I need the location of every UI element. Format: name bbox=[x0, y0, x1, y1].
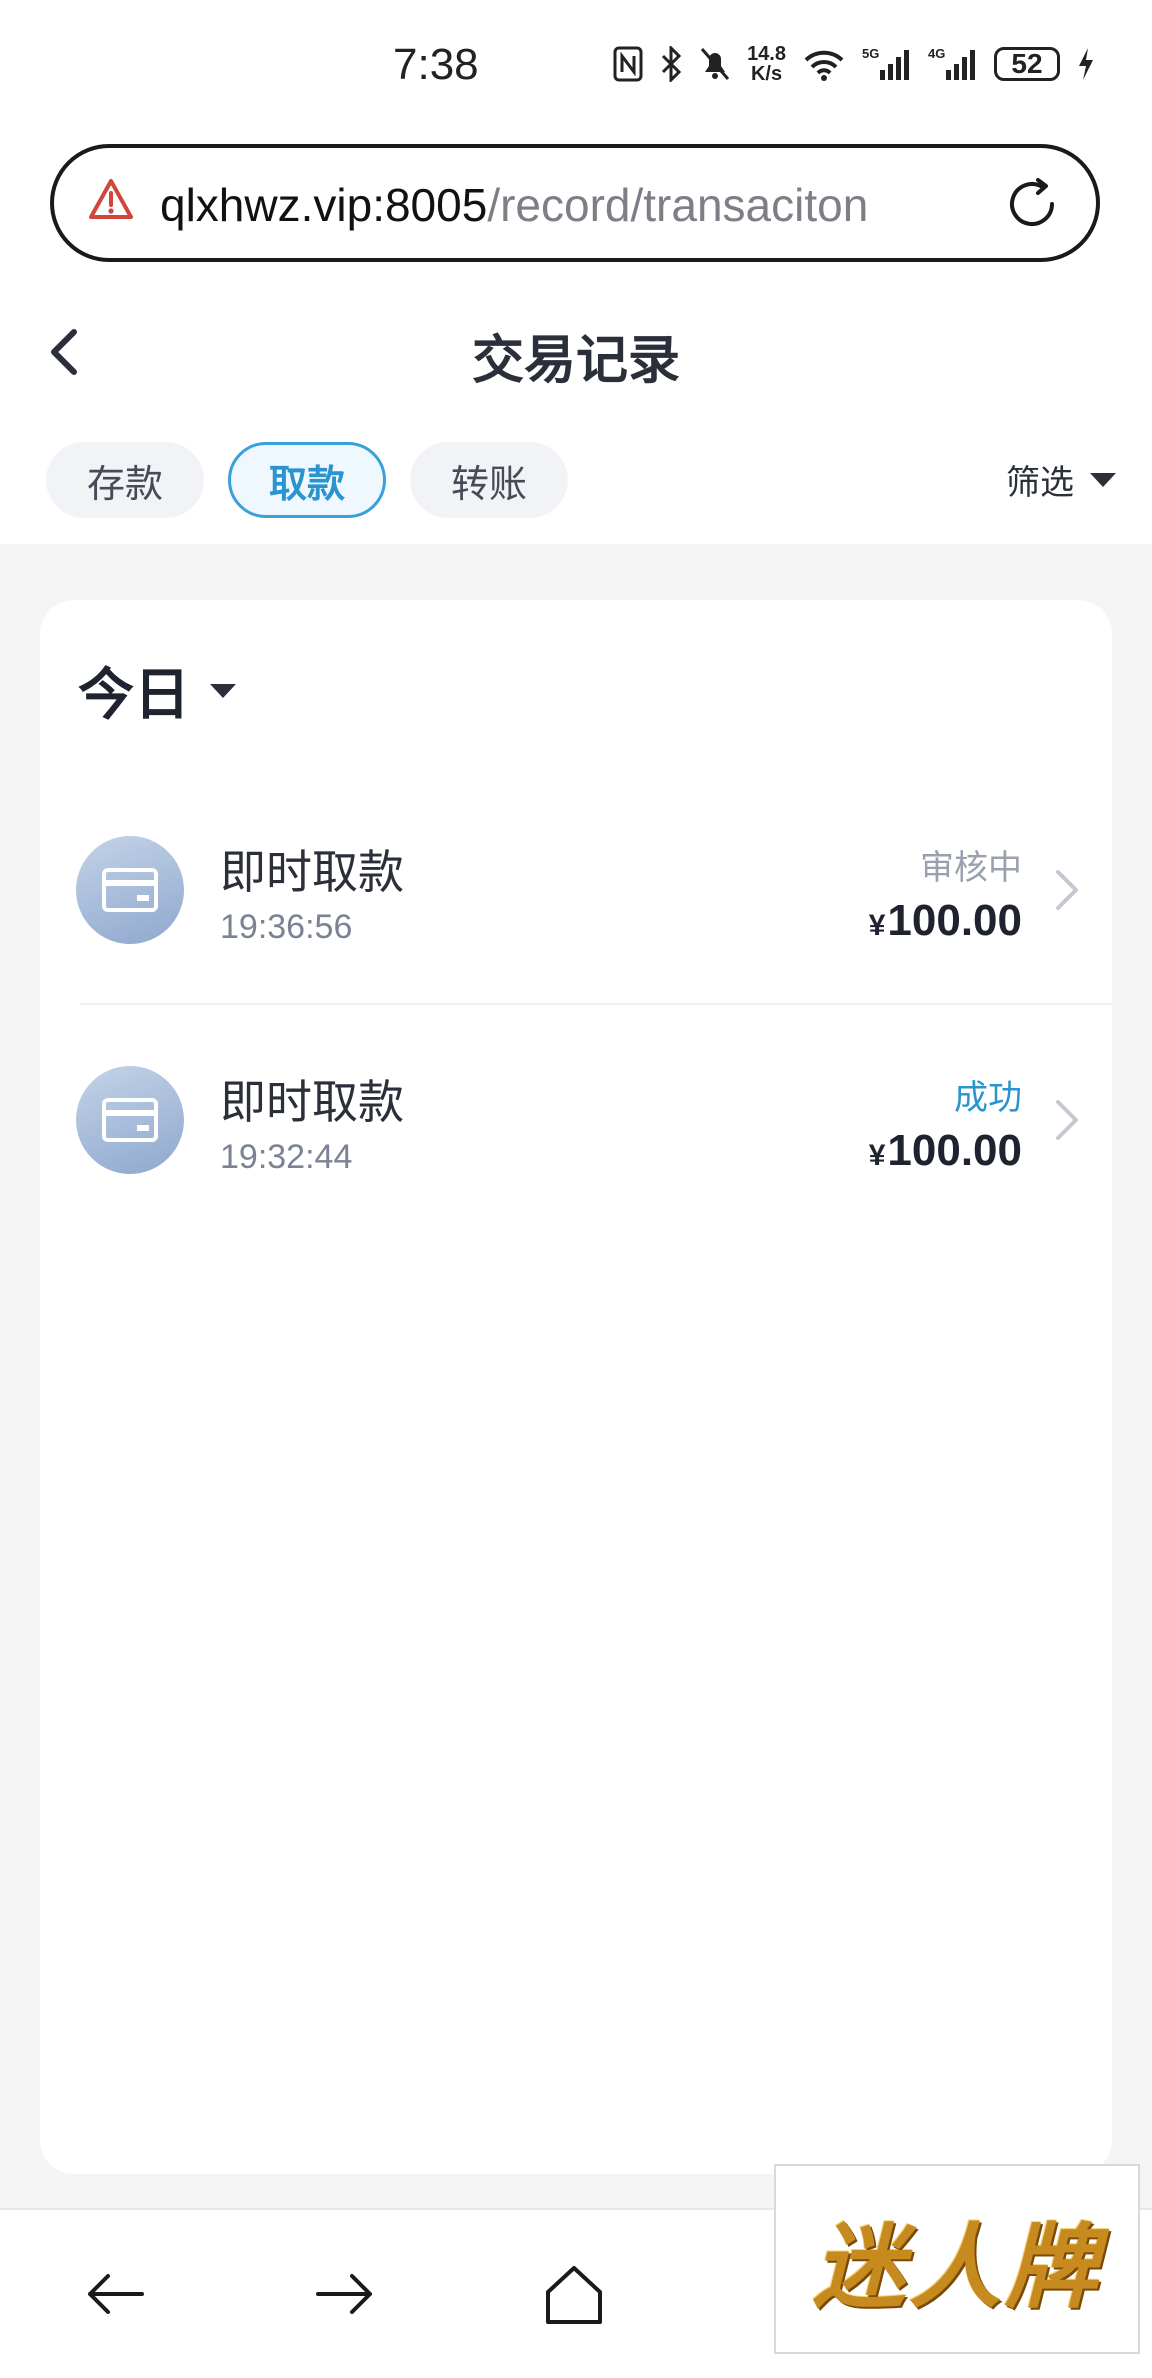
status-badge: 审核中 bbox=[920, 848, 1022, 888]
watermark-text: 迷人牌 bbox=[812, 2212, 1101, 2321]
tab-transfer[interactable]: 转账 bbox=[410, 442, 568, 518]
svg-text:4G: 4G bbox=[928, 46, 945, 61]
currency-symbol: ¥ bbox=[868, 909, 886, 942]
tab-deposit[interactable]: 存款 bbox=[46, 442, 204, 518]
card-avatar bbox=[76, 836, 184, 944]
transaction-title: 即时取款 bbox=[220, 1075, 404, 1129]
wifi-icon bbox=[804, 50, 844, 81]
status-badge: 成功 bbox=[954, 1078, 1022, 1118]
back-arrow-icon[interactable] bbox=[82, 2260, 150, 2328]
page-title: 交易记录 bbox=[471, 331, 680, 391]
transaction-time: 19:32:44 bbox=[220, 1138, 353, 1176]
net-speed: 14.8 K/s bbox=[747, 43, 786, 85]
forward-arrow-icon[interactable] bbox=[310, 2260, 378, 2328]
status-time: 7:38 bbox=[393, 40, 479, 89]
filter-button[interactable]: 筛选 bbox=[1006, 455, 1118, 504]
nfc-icon bbox=[613, 46, 643, 82]
status-icons: 14.8 K/s 5G 4G 52 bbox=[613, 44, 1096, 84]
chevron-right-icon bbox=[1056, 870, 1078, 910]
transaction-title: 即时取款 bbox=[220, 845, 404, 899]
signal-5g-icon: 5G bbox=[862, 46, 909, 80]
watermark-logo: 迷人牌 bbox=[774, 2164, 1140, 2354]
list-item[interactable]: 即时取款 19:32:44 成功 ¥100.00 bbox=[40, 1030, 1112, 1260]
url-path: /record/transaciton bbox=[487, 179, 869, 231]
url-host: qlxhwz.vip:8005 bbox=[160, 179, 488, 231]
transaction-time: 19:36:56 bbox=[220, 908, 353, 946]
bluetooth-icon bbox=[662, 46, 682, 82]
charging-icon bbox=[1079, 48, 1093, 80]
reload-icon[interactable] bbox=[1002, 174, 1062, 234]
caret-down-icon bbox=[1090, 472, 1116, 487]
transaction-amount: ¥100.00 bbox=[869, 1126, 1022, 1176]
bank-card-icon bbox=[102, 1098, 158, 1142]
caret-down-icon bbox=[210, 683, 236, 698]
date-label: 今日 bbox=[78, 663, 190, 728]
signal-4g-icon: 4G bbox=[928, 46, 975, 80]
url-bar[interactable]: qlxhwz.vip:8005/record/transaciton bbox=[50, 144, 1100, 262]
card-avatar bbox=[76, 1066, 184, 1174]
filter-label: 筛选 bbox=[1006, 463, 1074, 503]
mute-bell-icon bbox=[700, 48, 730, 80]
url-text[interactable]: qlxhwz.vip:8005/record/transaciton bbox=[160, 178, 868, 232]
currency-symbol: ¥ bbox=[868, 1139, 886, 1172]
transaction-amount: ¥100.00 bbox=[869, 896, 1022, 946]
battery-indicator: 52 bbox=[994, 47, 1060, 81]
list-item[interactable]: 即时取款 19:36:56 审核中 ¥100.00 bbox=[40, 800, 1112, 1030]
status-bar: 7:38 14.8 K/s 5G 4G 52 bbox=[0, 0, 1152, 130]
tab-withdraw[interactable]: 取款 bbox=[228, 442, 386, 518]
date-filter-dropdown[interactable]: 今日 bbox=[78, 650, 238, 731]
warning-icon[interactable] bbox=[88, 178, 134, 220]
svg-text:5G: 5G bbox=[862, 46, 879, 61]
amount-value: 100.00 bbox=[887, 896, 1022, 945]
bank-card-icon bbox=[102, 868, 158, 912]
home-icon[interactable] bbox=[540, 2260, 608, 2328]
divider bbox=[80, 1003, 1112, 1005]
amount-value: 100.00 bbox=[887, 1126, 1022, 1175]
transaction-type-tabs: 存款 取款 转账 bbox=[46, 442, 568, 518]
chevron-right-icon bbox=[1056, 1100, 1078, 1140]
